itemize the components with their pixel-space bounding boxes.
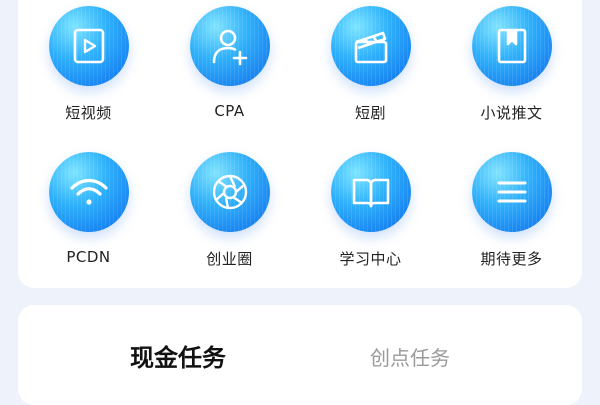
feature-label: 短剧 [354, 104, 386, 122]
more-button[interactable] [471, 152, 552, 232]
feature-startup-circle[interactable]: 创业圈 [159, 146, 300, 292]
learning-center-button[interactable] [330, 152, 411, 232]
book-icon [497, 28, 526, 64]
wifi-icon [69, 178, 108, 205]
feature-short-drama[interactable]: 短剧 [300, 0, 441, 146]
features-card: 短视频 CPA 短剧 小说推文 PCDN 创业圈 学习中心 期待更多 [18, 0, 582, 288]
feature-label: 期待更多 [480, 250, 543, 268]
feature-label: 创业圈 [206, 250, 253, 268]
feature-pcdn[interactable]: PCDN [18, 146, 159, 292]
novel-button[interactable] [471, 6, 552, 86]
tab-point-tasks[interactable]: 创点任务 [370, 342, 450, 371]
tasks-card: 现金任务 创点任务 [18, 305, 582, 405]
short-drama-button[interactable] [330, 6, 411, 86]
feature-novel[interactable]: 小说推文 [441, 0, 582, 146]
feature-learning-center[interactable]: 学习中心 [300, 146, 441, 292]
cpa-button[interactable] [189, 6, 270, 86]
feature-label: PCDN [66, 248, 111, 266]
feature-label: CPA [214, 102, 245, 120]
open-book-icon [352, 178, 389, 208]
feature-cpa[interactable]: CPA [159, 0, 300, 146]
aperture-icon [212, 174, 247, 210]
tab-cash-tasks[interactable]: 现金任务 [130, 338, 226, 373]
short-video-button[interactable] [48, 6, 129, 86]
pcdn-button[interactable] [48, 152, 129, 232]
clapperboard-icon [354, 31, 387, 64]
feature-short-video[interactable]: 短视频 [18, 0, 159, 146]
feature-label: 小说推文 [480, 104, 543, 122]
feature-label: 短视频 [65, 104, 112, 122]
user-add-icon [212, 29, 247, 66]
features-grid: 短视频 CPA 短剧 小说推文 PCDN 创业圈 学习中心 期待更多 [18, 0, 582, 308]
feature-more[interactable]: 期待更多 [441, 146, 582, 292]
menu-icon [497, 181, 526, 203]
feature-label: 学习中心 [339, 250, 402, 268]
video-icon [73, 28, 104, 64]
startup-circle-button[interactable] [189, 152, 270, 232]
